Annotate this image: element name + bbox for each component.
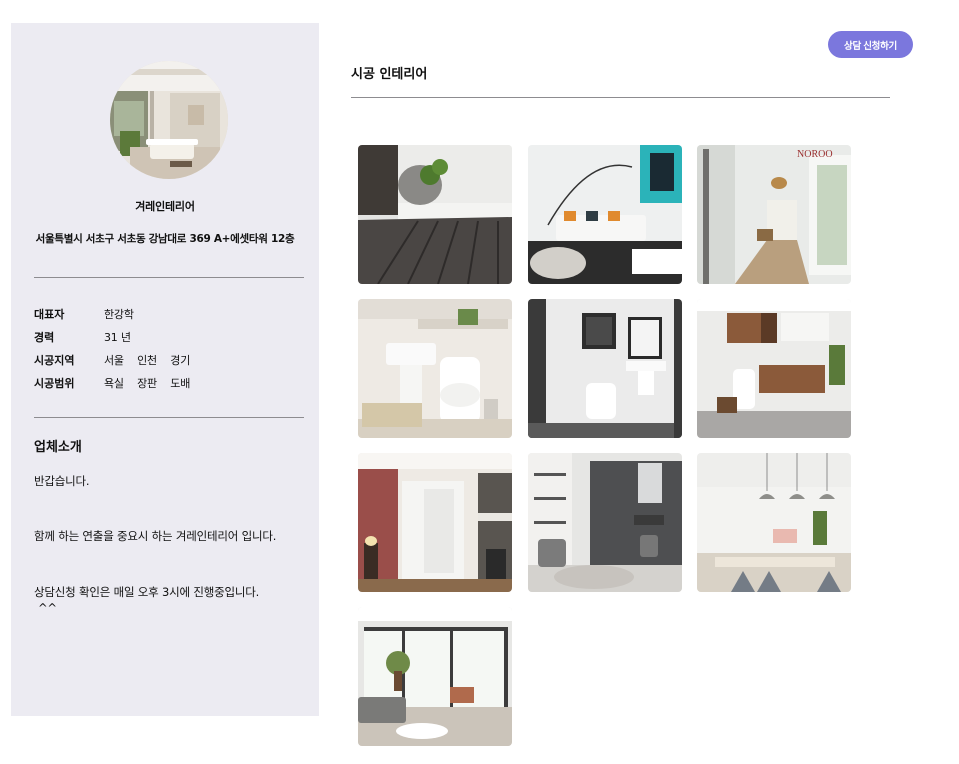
info-value-region: 인천: [137, 353, 157, 367]
info-row-ceo: 대표자 한강학: [34, 302, 200, 325]
info-value-region: 서울: [104, 353, 124, 367]
info-value-career: 31 년: [104, 330, 131, 344]
living-room-window-photo: [358, 607, 512, 746]
divider: [351, 97, 890, 98]
intro-text: 반갑습니다.: [34, 474, 90, 488]
avatar-interior-image: [110, 61, 228, 179]
intro-text: 함께 하는 연출을 중요시 하는 겨레인테리어 입니다.: [34, 529, 277, 543]
gallery-photo[interactable]: [697, 453, 851, 592]
company-info-list: 대표자 한강학 경력 31 년 시공지역 서울 인천 경기 시공범위 욕실 장판: [34, 302, 200, 394]
info-label-scope: 시공범위: [34, 376, 75, 390]
gallery-photo[interactable]: [697, 299, 851, 438]
bathroom-white-photo: [358, 299, 512, 438]
bathroom-wood-vanity-photo: [697, 299, 851, 438]
info-value-scope: 장판: [137, 376, 157, 390]
info-value-region: 경기: [170, 353, 191, 367]
intro-text: 상담신청 확인은 매일 오후 3시에 진행중입니다.: [34, 585, 260, 599]
living-room-sofa-photo: [528, 145, 682, 284]
info-value-scope: 도배: [170, 376, 191, 390]
divider: [34, 277, 304, 278]
gallery-photo[interactable]: [358, 299, 512, 438]
dining-room-photo: [697, 453, 851, 592]
info-value-scope: 욕실: [104, 376, 124, 390]
noroo-logo: NOROO: [797, 149, 833, 160]
company-sidebar: 겨레인테리어 서울특별시 서초구 서초동 강남대로 369 A+에셋타워 12층…: [11, 23, 319, 716]
section-title: 시공 인테리어: [351, 67, 428, 82]
gallery-photo[interactable]: [528, 145, 682, 284]
info-value-ceo: 한강학: [104, 307, 134, 321]
entrance-red-wall-photo: [358, 453, 512, 592]
gallery-photo[interactable]: NOROO: [697, 145, 851, 284]
dark-wood-floor-photo: [358, 145, 512, 284]
gallery-photo[interactable]: [528, 299, 682, 438]
info-label-region: 시공지역: [34, 353, 75, 367]
info-row-scope: 시공범위 욕실 장판 도배: [34, 371, 200, 394]
gallery-photo[interactable]: [528, 453, 682, 592]
company-address: 서울특별시 서초구 서초동 강남대로 369 A+에셋타워 12층: [35, 233, 295, 245]
gallery-photo[interactable]: [358, 145, 512, 284]
gallery-photo[interactable]: [358, 607, 512, 746]
info-row-career: 경력 31 년: [34, 325, 200, 348]
company-name: 겨레인테리어: [135, 200, 195, 213]
info-row-region: 시공지역 서울 인천 경기: [34, 348, 200, 371]
gallery-photo[interactable]: [358, 453, 512, 592]
intro-text: ^^: [38, 601, 57, 615]
company-avatar: [110, 61, 228, 179]
consult-request-button[interactable]: 상담 신청하기: [828, 31, 913, 58]
divider: [34, 417, 304, 418]
hallway-photo: NOROO: [697, 145, 851, 284]
bathroom-dark-photo: [528, 299, 682, 438]
dressing-room-photo: [528, 453, 682, 592]
info-label-ceo: 대표자: [34, 307, 65, 321]
intro-title: 업체소개: [34, 440, 82, 455]
info-label-career: 경력: [34, 330, 55, 344]
